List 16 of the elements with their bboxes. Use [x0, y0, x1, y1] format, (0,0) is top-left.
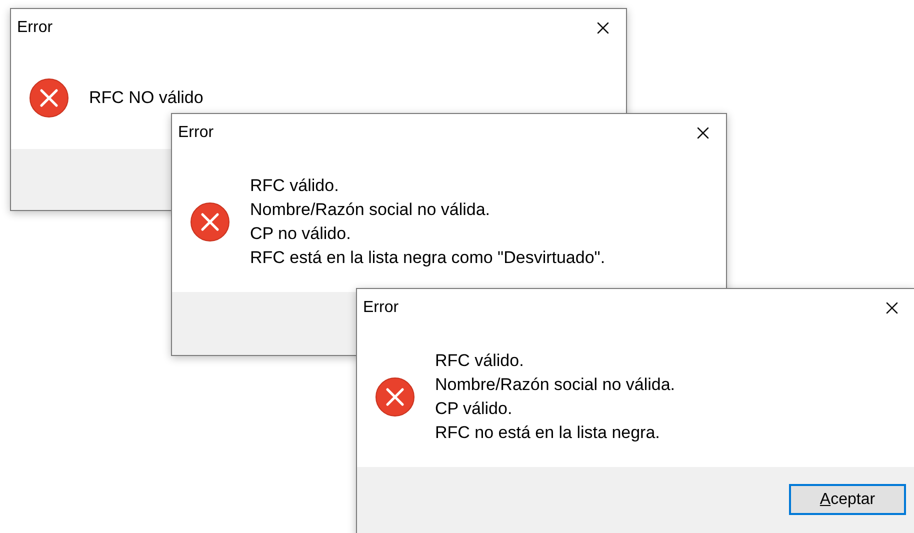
accept-button[interactable]: Aceptar [789, 484, 906, 515]
message-text: CP válido. [435, 398, 514, 420]
message-text: RFC no está en la lista negra. [435, 422, 661, 444]
message-text: Nombre/Razón social no válida. [250, 199, 492, 221]
message-text: RFC válido. [250, 175, 340, 197]
message-text: CP no válido. [250, 223, 352, 245]
error-icon [375, 377, 415, 417]
message-text: RFC NO válido [89, 87, 204, 109]
error-icon [29, 78, 69, 118]
window-title: Error [17, 19, 53, 37]
window-title: Error [363, 299, 399, 317]
error-icon [190, 202, 230, 242]
message-text: Nombre/Razón social no válida. [435, 374, 676, 396]
message-text: RFC válido. [435, 350, 525, 372]
message-text: RFC está en la lista negra como "Desvirtuado". [250, 247, 606, 269]
window-title: Error [178, 124, 214, 142]
